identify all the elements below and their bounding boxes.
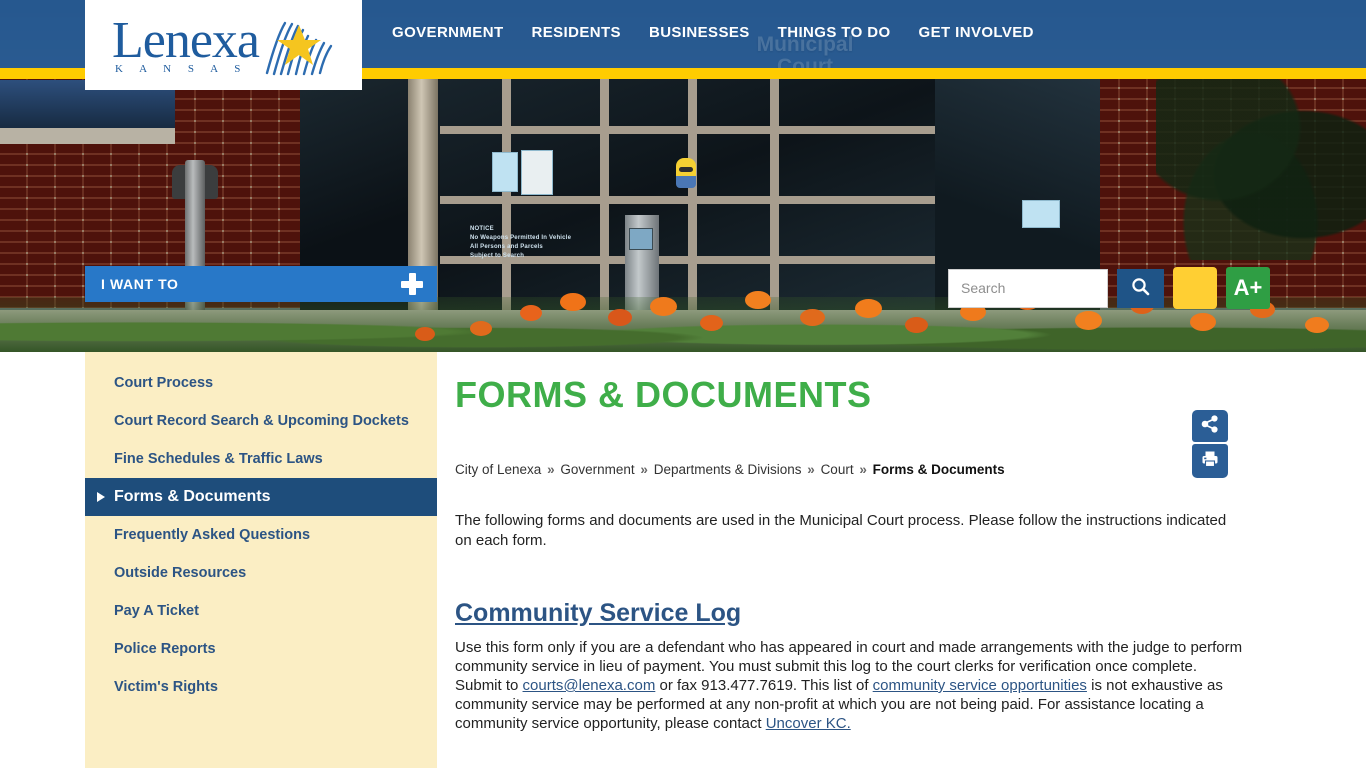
printer-icon [1200,449,1220,474]
photo-awning-edge [0,128,175,144]
logo-wordmark: Lenexa [111,12,260,69]
nav-item-businesses[interactable]: BUSINESSES [649,24,750,41]
star-burst-icon [263,17,335,77]
sidebar-item-court-record-search[interactable]: Court Record Search & Upcoming Dockets [85,402,437,440]
sidebar-item-faq[interactable]: Frequently Asked Questions [85,516,437,554]
i-want-to-label: I WANT TO [101,276,179,292]
section-body-community-service-log: Use this form only if you are a defendan… [455,638,1247,733]
share-button[interactable] [1192,410,1228,442]
search-button[interactable] [1117,268,1164,308]
font-size-button[interactable]: A+ [1226,267,1270,309]
breadcrumb-item-government[interactable]: Government [560,462,634,477]
caret-right-icon [97,492,105,502]
breadcrumb: City of Lenexa » Government » Department… [455,462,1275,477]
share-nodes-icon [1200,414,1220,439]
search-input[interactable] [948,268,1108,308]
link-uncover-kc[interactable]: Uncover KC. [766,715,851,732]
print-button[interactable] [1192,444,1228,478]
section-heading-discovery-request-form: Discovery request form [455,763,1275,768]
section-sidebar: Court Process Court Record Search & Upco… [85,352,437,768]
breadcrumb-item-city-of-lenexa[interactable]: City of Lenexa [455,462,541,477]
nav-item-things-to-do[interactable]: THINGS TO DO [778,24,891,41]
breadcrumb-separator: » [807,462,815,477]
magnifying-glass-icon [1131,277,1150,299]
search-area: A+ [948,267,1270,309]
sidebar-item-pay-a-ticket[interactable]: Pay A Ticket [85,592,437,630]
main-content: FORMS & DOCUMENTS City of Lenexa » Gover… [455,352,1275,768]
page-body: Court Process Court Record Search & Upco… [0,352,1366,768]
photo-minion-sticker [676,158,696,188]
plus-icon [401,273,423,295]
page-root: NOTICE No Weapons Permitted In Vehicle All… [0,0,1366,768]
section-heading-community-service-log[interactable]: Community Service Log [455,598,741,628]
page-title: FORMS & DOCUMENTS [455,374,872,415]
nav-item-government[interactable]: GOVERNMENT [392,24,504,41]
sidebar-item-forms-documents[interactable]: Forms & Documents [85,478,437,516]
link-community-service-opportunities[interactable]: community service opportunities [873,677,1087,694]
breadcrumb-separator: » [547,462,555,477]
sidebar-item-victims-rights[interactable]: Victim's Rights [85,668,437,706]
photo-kiosk-screen [629,228,653,250]
photo-tree [1156,70,1366,260]
share-print-rail [1192,410,1228,478]
nav-item-get-involved[interactable]: GET INVOLVED [919,24,1034,41]
hero-banner: NOTICE No Weapons Permitted In Vehicle All… [0,0,1366,352]
nav-item-residents[interactable]: RESIDENTS [532,24,621,41]
sidebar-item-fine-schedules[interactable]: Fine Schedules & Traffic Laws [85,440,437,478]
logo-subtext: K A N S A S [114,63,248,75]
translate-button[interactable] [1173,267,1217,309]
sidebar-item-court-process[interactable]: Court Process [85,364,437,402]
sidebar-item-label: Forms & Documents [114,488,271,505]
breadcrumb-separator: » [640,462,648,477]
breadcrumb-item-current: Forms & Documents [872,462,1005,477]
site-logo[interactable]: Lenexa K A N S A S [85,0,362,90]
sidebar-item-outside-resources[interactable]: Outside Resources [85,554,437,592]
i-want-to-button[interactable]: I WANT TO [85,266,437,302]
primary-navigation[interactable]: GOVERNMENT RESIDENTS BUSINESSES THINGS T… [392,24,1034,41]
font-size-label: A+ [1233,275,1263,300]
photo-door-decal: NOTICE No Weapons Permitted In Vehicle All… [470,226,572,259]
breadcrumb-separator: » [859,462,867,477]
breadcrumb-item-departments-divisions[interactable]: Departments & Divisions [654,462,802,477]
photo-notice-sign [1022,200,1060,228]
photo-notice-sign [492,152,518,192]
sidebar-item-police-reports[interactable]: Police Reports [85,630,437,668]
photo-notice-sign [521,150,553,195]
breadcrumb-item-court[interactable]: Court [821,462,854,477]
intro-paragraph: The following forms and documents are us… [455,512,1227,549]
body-text: or fax 913.477.7619. This list of [655,677,873,694]
email-link-courts[interactable]: courts@lenexa.com [523,677,656,694]
